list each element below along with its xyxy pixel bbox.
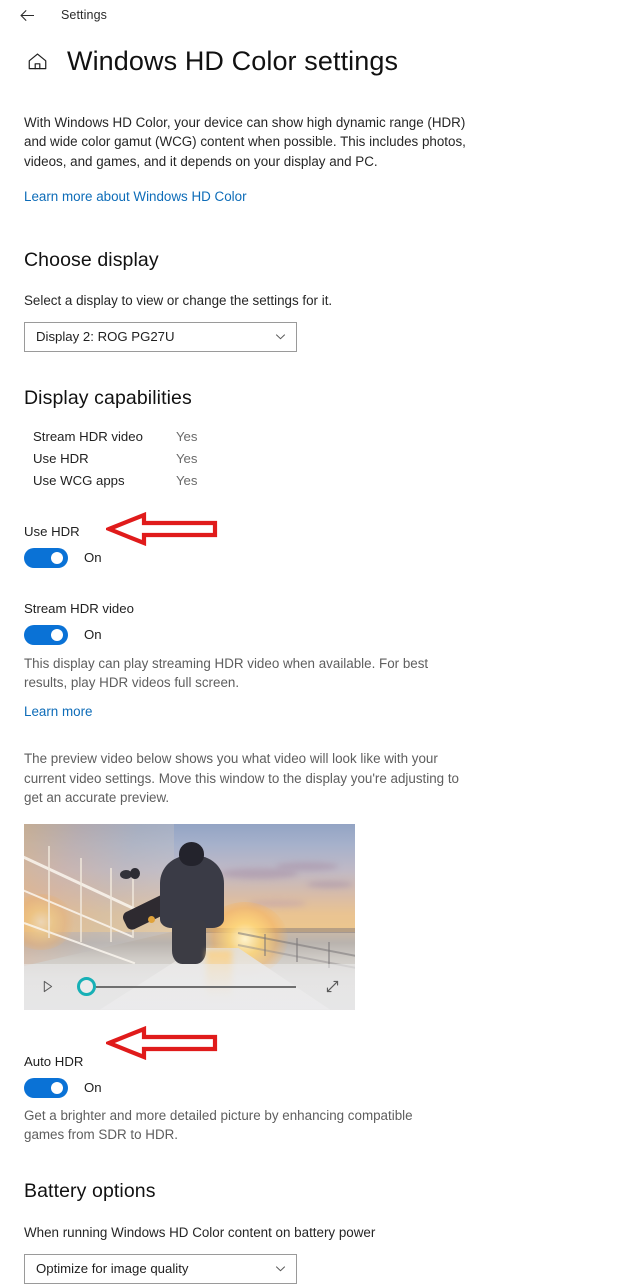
table-row: Use WCG apps Yes bbox=[33, 472, 197, 494]
preview-skateboard-wheel bbox=[148, 915, 155, 923]
display-select-value: Display 2: ROG PG27U bbox=[36, 329, 175, 345]
display-capabilities-table: Stream HDR video Yes Use HDR Yes Use WCG… bbox=[33, 428, 197, 494]
preview-cloud bbox=[276, 861, 338, 871]
choose-display-subtext: Select a display to view or change the s… bbox=[24, 293, 333, 309]
preview-person-head bbox=[179, 841, 204, 866]
stream-hdr-video-description: This display can play streaming HDR vide… bbox=[24, 655, 429, 691]
stream-hdr-video-state: On bbox=[84, 627, 102, 643]
video-scrubber[interactable] bbox=[75, 976, 312, 998]
intro-description: With Windows HD Color, your device can s… bbox=[24, 115, 466, 169]
table-row: Stream HDR video Yes bbox=[33, 428, 197, 450]
preview-rail-post bbox=[264, 933, 266, 956]
capability-value: Yes bbox=[175, 472, 198, 488]
preview-rail-post bbox=[110, 867, 112, 942]
back-arrow-icon[interactable] bbox=[12, 3, 42, 27]
battery-options-subtext: When running Windows HD Color content on… bbox=[24, 1225, 376, 1241]
use-hdr-label: Use HDR bbox=[24, 523, 80, 539]
toggle-knob bbox=[51, 628, 63, 641]
chevron-down-icon bbox=[274, 1262, 287, 1275]
play-icon[interactable] bbox=[37, 977, 57, 997]
stream-hdr-learn-more-link[interactable]: Learn more bbox=[24, 703, 92, 721]
preview-cloud bbox=[307, 880, 353, 888]
auto-hdr-toggle[interactable] bbox=[24, 1077, 68, 1098]
preview-rail-post bbox=[48, 845, 50, 938]
home-icon[interactable] bbox=[24, 49, 50, 75]
preview-person-body bbox=[160, 855, 224, 928]
capability-value: Yes bbox=[175, 428, 198, 444]
learn-more-hd-color-link[interactable]: Learn more about Windows HD Color bbox=[24, 188, 247, 206]
preview-description: The preview video below shows you what v… bbox=[24, 751, 460, 806]
stream-hdr-video-label: Stream HDR video bbox=[24, 600, 134, 616]
video-preview[interactable] bbox=[24, 823, 355, 1010]
page-header: Windows HD Color settings bbox=[24, 46, 620, 77]
battery-options-heading: Battery options bbox=[24, 1180, 156, 1203]
auto-hdr-label: Auto HDR bbox=[24, 1053, 84, 1069]
capability-label: Stream HDR video bbox=[33, 428, 143, 444]
toggle-knob bbox=[51, 1081, 63, 1094]
toggle-knob bbox=[51, 551, 63, 564]
window-titlebar: Settings bbox=[0, 0, 620, 30]
table-row: Use HDR Yes bbox=[33, 450, 197, 472]
titlebar-label: Settings bbox=[61, 8, 107, 22]
use-hdr-toggle[interactable] bbox=[24, 547, 68, 568]
choose-display-heading: Choose display bbox=[24, 249, 159, 272]
use-hdr-toggle-row: On bbox=[24, 547, 620, 568]
video-controls bbox=[24, 963, 355, 1010]
preview-rail-post bbox=[296, 937, 298, 962]
capability-value: Yes bbox=[175, 450, 198, 466]
display-select[interactable]: Display 2: ROG PG27U bbox=[24, 321, 297, 352]
stream-hdr-video-toggle[interactable] bbox=[24, 624, 68, 645]
page-title: Windows HD Color settings bbox=[67, 46, 399, 76]
use-hdr-state: On bbox=[84, 550, 102, 566]
preview-rail-post bbox=[80, 857, 82, 942]
preview-person-legs bbox=[172, 919, 206, 964]
preview-lamp bbox=[130, 867, 140, 879]
auto-hdr-description: Get a brighter and more detailed picture… bbox=[24, 1107, 413, 1143]
auto-hdr-toggle-row: On bbox=[24, 1077, 620, 1098]
capability-label: Use HDR bbox=[33, 450, 89, 466]
chevron-down-icon bbox=[274, 330, 287, 343]
stream-hdr-video-toggle-row: On bbox=[24, 624, 620, 645]
battery-option-select[interactable]: Optimize for image quality bbox=[24, 1253, 297, 1284]
scrubber-thumb[interactable] bbox=[77, 977, 96, 997]
battery-option-value: Optimize for image quality bbox=[36, 1261, 189, 1277]
fullscreen-expand-icon[interactable] bbox=[322, 977, 342, 997]
auto-hdr-state: On bbox=[84, 1080, 102, 1096]
display-capabilities-heading: Display capabilities bbox=[24, 386, 192, 409]
capability-label: Use WCG apps bbox=[33, 472, 125, 488]
scrubber-track bbox=[96, 985, 296, 988]
